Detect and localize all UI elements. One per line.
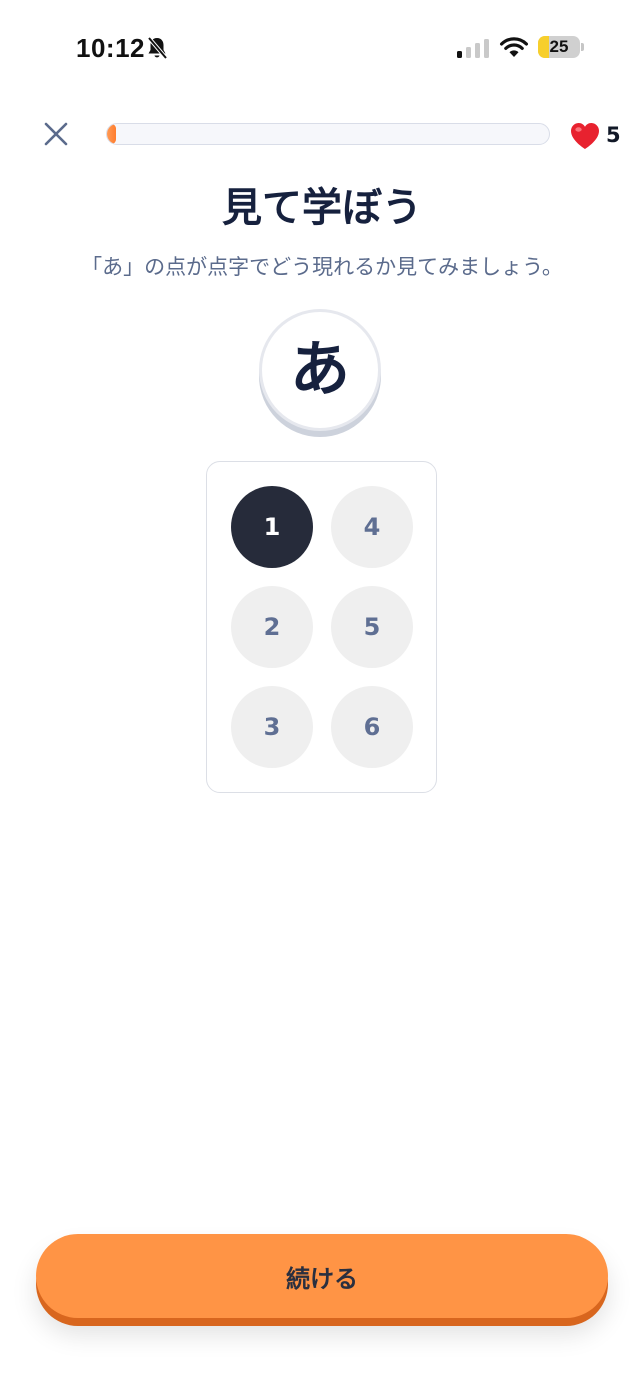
braille-dot-1[interactable]: 1 [231, 486, 313, 568]
braille-dot-6[interactable]: 6 [331, 686, 413, 768]
continue-button-label: 続ける [286, 1264, 358, 1293]
wifi-icon [500, 37, 528, 57]
page-subtitle: 「あ」の点が点字でどう現れるか見てみましょう。 [81, 255, 563, 279]
signal-icon [457, 39, 489, 58]
continue-button[interactable]: 続ける [36, 1234, 608, 1318]
heart-icon [571, 123, 599, 149]
character-bubble: あ [259, 309, 381, 431]
lives-count: 5 [606, 123, 621, 147]
status-bar: 10:12 25 [0, 0, 644, 96]
battery-level: 25 [549, 37, 569, 56]
battery-body: 25 [538, 36, 580, 58]
braille-dot-3[interactable]: 3 [231, 686, 313, 768]
braille-dot-5[interactable]: 5 [331, 586, 413, 668]
braille-cell: 1 2 3 4 5 6 [206, 461, 437, 793]
close-icon [44, 122, 68, 146]
lesson-progress-bar [106, 123, 550, 145]
bell-muted-icon [147, 36, 168, 60]
page-title: 見て学ぼう [222, 185, 422, 231]
lesson-progress-fill [107, 124, 116, 144]
lesson-screen: 10:12 25 5 見て学ぼう 「あ」の点が点字でどう現れるか見てみましょう。… [0, 0, 644, 1400]
battery-icon: 25 [538, 36, 584, 58]
braille-dot-2[interactable]: 2 [231, 586, 313, 668]
status-time: 10:12 [76, 33, 145, 63]
character-text: あ [290, 335, 350, 405]
braille-dot-4[interactable]: 4 [331, 486, 413, 568]
close-button[interactable] [36, 114, 76, 154]
battery-cap [581, 43, 584, 51]
